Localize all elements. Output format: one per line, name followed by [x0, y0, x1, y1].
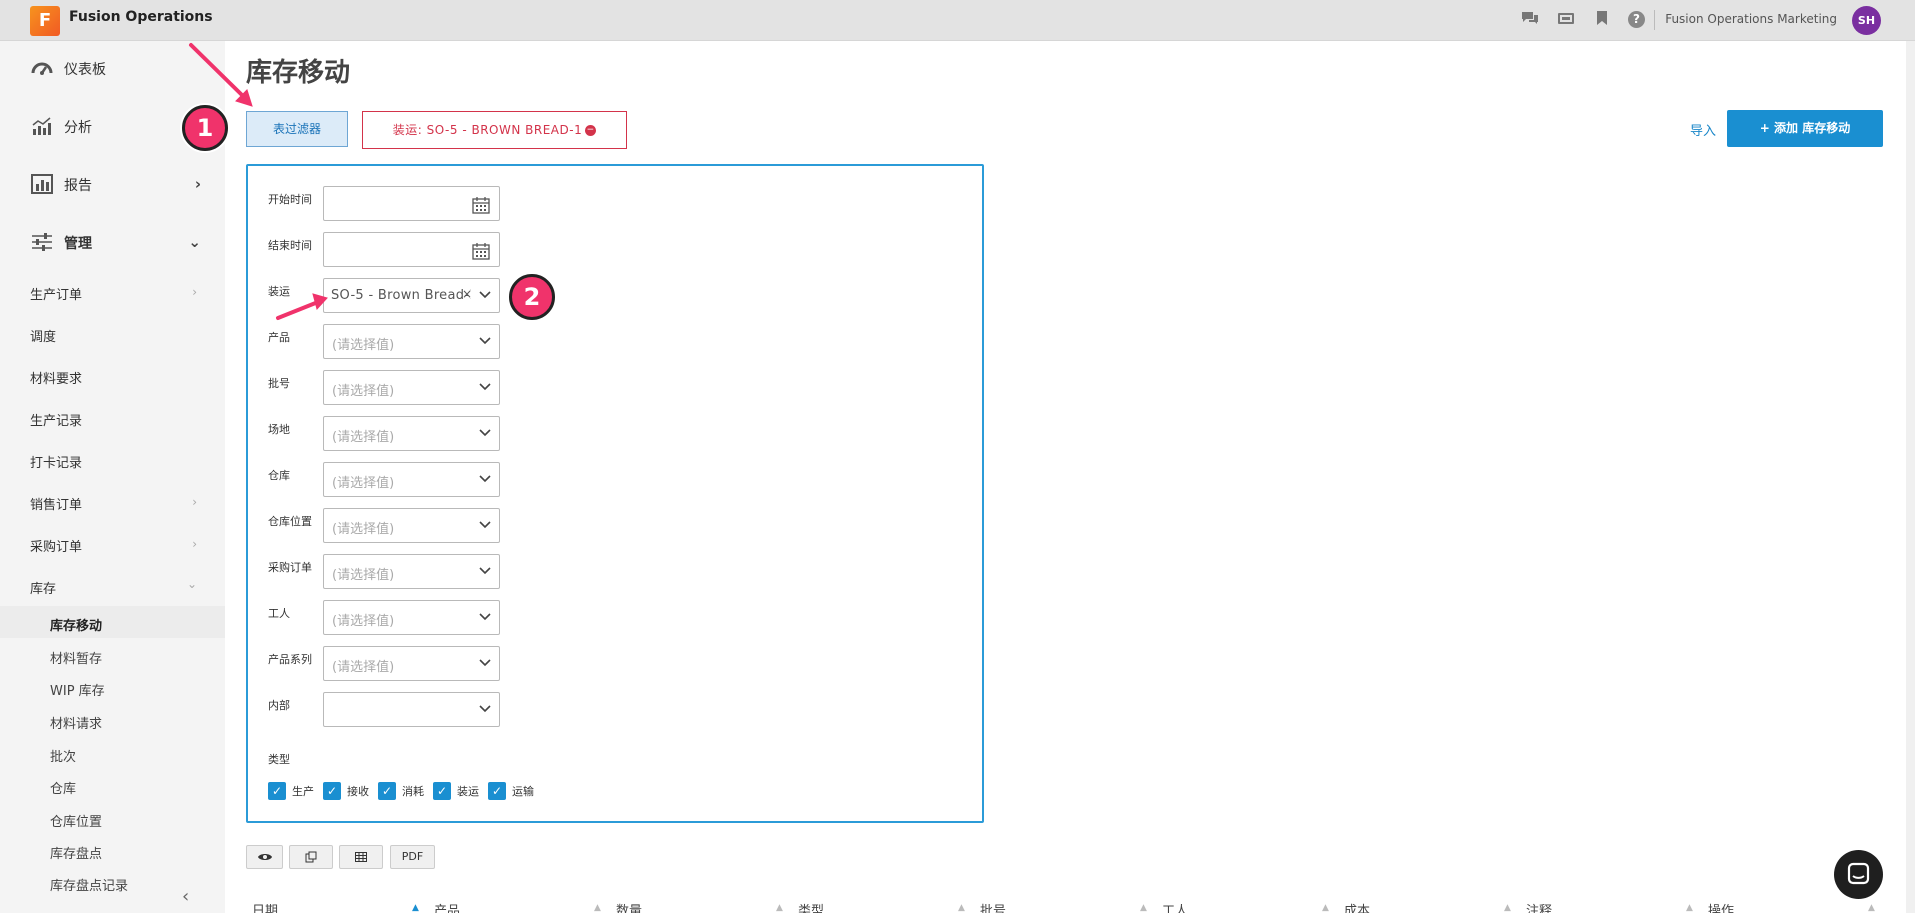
annotation-arrows	[189, 43, 328, 320]
step-2-badge: 2	[509, 274, 555, 320]
chat-bubble-icon	[1847, 862, 1870, 885]
step-1-badge: 1	[182, 105, 228, 151]
scrollbar[interactable]	[1906, 41, 1915, 913]
chat-button[interactable]	[1834, 850, 1883, 899]
